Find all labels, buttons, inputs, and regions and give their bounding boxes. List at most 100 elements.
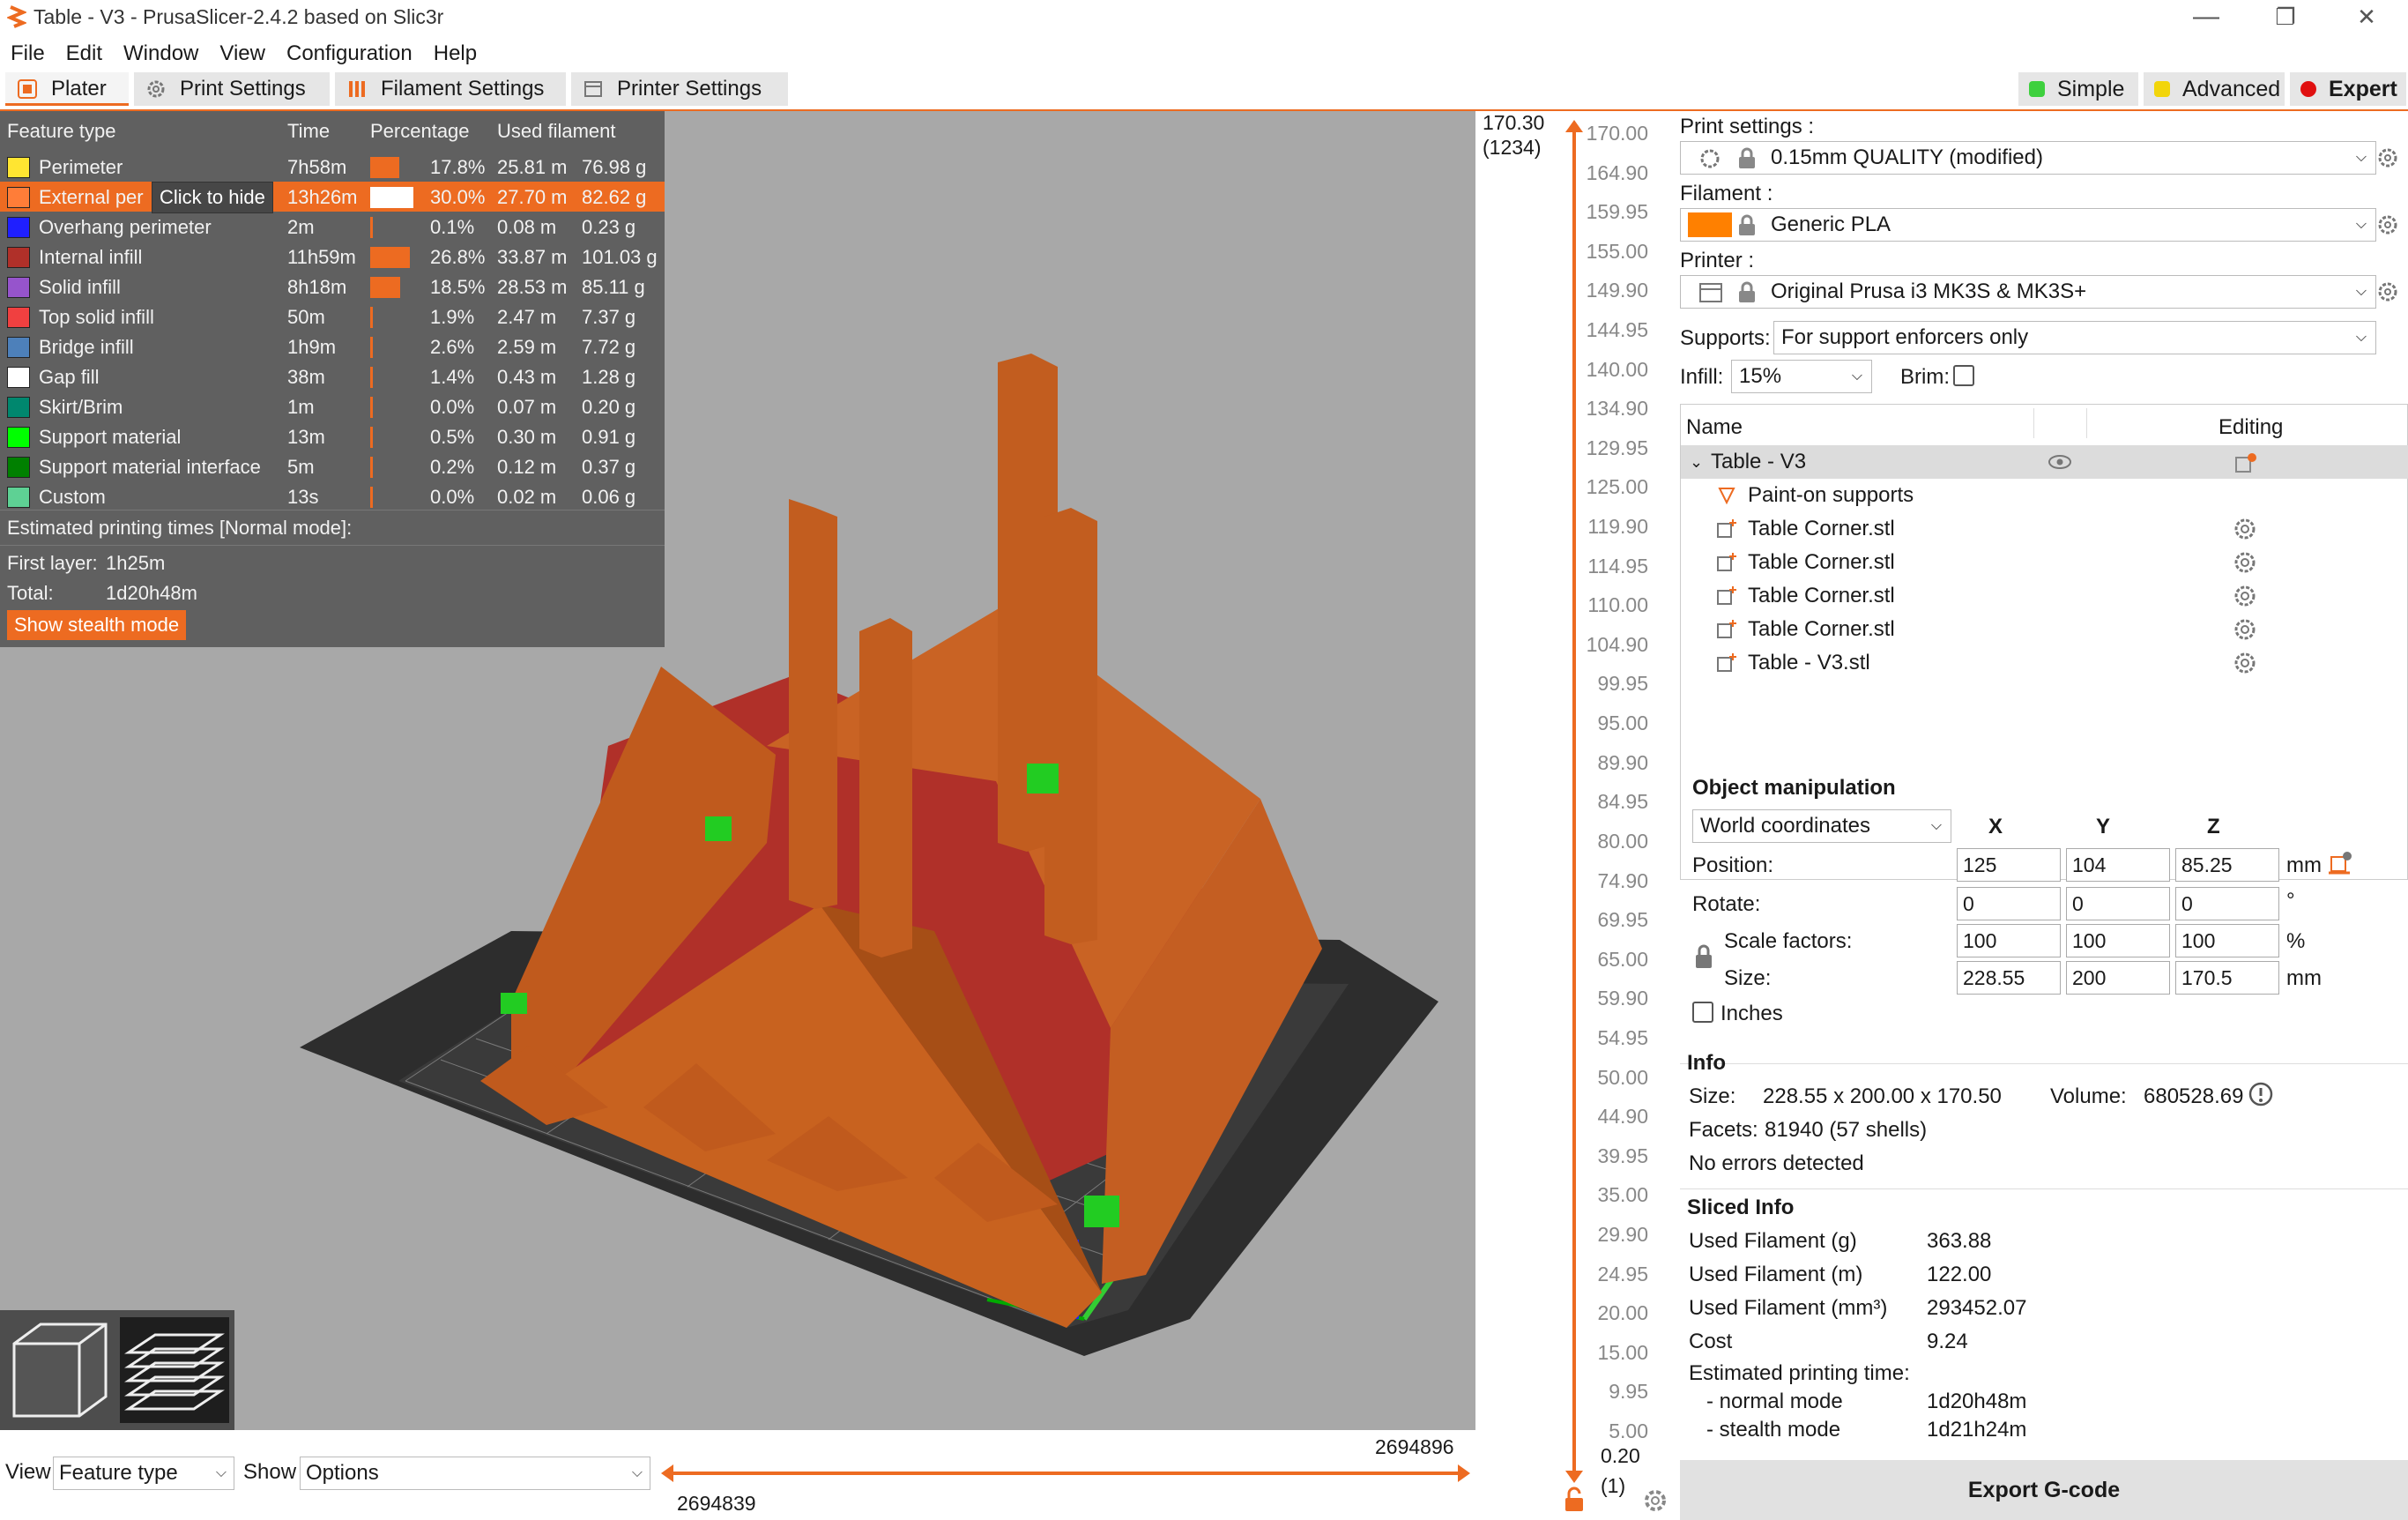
object-item-label: Table Corner.stl [1748,517,1895,540]
visibility-eye-icon[interactable] [2048,454,2072,470]
legend-row[interactable]: Gap fill 38m 1.4% 0.43 m 1.28 g [0,361,665,391]
layer-tick-label: 9.95 [1609,1380,1648,1404]
sliced-info-label: Used Filament (m) [1689,1263,1863,1286]
position-x-input[interactable]: 125 [1957,848,2061,882]
legend-percentage-bar [370,217,373,238]
horizontal-move-slider[interactable] [659,1460,1472,1486]
mode-expert-button[interactable]: Expert [2290,72,2406,106]
lock-icon [1739,281,1755,302]
inches-checkbox[interactable] [1692,1002,1713,1023]
legend-row[interactable]: Overhang perimeter 2m 0.1% 0.08 m 0.23 g [0,212,665,242]
legend-row[interactable]: Custom 13s 0.0% 0.02 m 0.06 g [0,481,665,511]
menu-file[interactable]: File [0,39,56,69]
object-tree-item[interactable]: Paint-on supports [1681,479,2408,512]
hslider-right-value: 2694896 [1375,1435,1454,1458]
show-options-select[interactable]: Options ⌵ [300,1457,650,1490]
legend-row[interactable]: Support material 13m 0.5% 0.30 m 0.91 g [0,421,665,451]
tab-printer-settings[interactable]: Printer Settings [571,72,788,106]
menu-window[interactable]: Window [113,39,209,69]
layer-tick-label: 39.95 [1597,1144,1648,1167]
legend-row[interactable]: Perimeter 7h58m 17.8% 25.81 m 76.98 g [0,152,665,182]
info-warning-icon[interactable] [2248,1081,2274,1107]
legend-time: 50m [287,306,325,328]
menu-help[interactable]: Help [423,39,487,69]
item-settings-gear-icon[interactable] [2233,517,2257,541]
filament-gear-icon[interactable] [2376,213,2399,236]
brim-checkbox[interactable] [1953,365,1974,386]
tab-filament-settings[interactable]: Filament Settings [335,72,566,106]
legend-time: 7h58m [287,156,347,178]
legend-row[interactable]: Internal infill 11h59m 26.8% 33.87 m 101.03 … [0,242,665,272]
lock-icon[interactable] [1562,1486,1587,1513]
first-layer-label: First layer: [7,552,98,574]
cog-icon[interactable] [1643,1488,1668,1513]
legend-row[interactable]: Solid infill 8h18m 18.5% 28.53 m 85.11 g [0,272,665,302]
menu-view[interactable]: View [209,39,276,69]
legend-row[interactable]: Skirt/Brim 1m 0.0% 0.07 m 0.20 g [0,391,665,421]
mode-advanced-button[interactable]: Advanced [2144,72,2285,106]
rotate-z-input[interactable]: 0 [2175,887,2279,920]
item-settings-gear-icon[interactable] [2233,617,2257,642]
collapse-chevron-icon[interactable]: ⌄ [1690,445,1703,479]
layers-view-icon[interactable] [120,1317,229,1423]
layer-tick-label: 50.00 [1597,1065,1648,1089]
legend-row[interactable]: External per 13h26m 30.0% 27.70 m 82.62 g [0,182,665,212]
position-y-input[interactable]: 104 [2066,848,2170,882]
menu-edit[interactable]: Edit [56,39,113,69]
object-item-label: Table Corner.stl [1748,584,1895,607]
view-type-select[interactable]: Feature type ⌵ [53,1457,234,1490]
object-tree-item[interactable]: Table Corner.stl [1681,546,2408,579]
printer-select[interactable]: Original Prusa i3 MK3S & MK3S+ ⌵ [1680,275,2376,309]
scale-x-input[interactable]: 100 [1957,924,2061,957]
3d-view-icon[interactable] [7,1317,113,1423]
tab-plater[interactable]: Plater [5,72,129,106]
show-stealth-mode-button[interactable]: Show stealth mode [7,610,187,640]
legend-row[interactable]: Support material interface 5m 0.2% 0.12 m 0.… [0,451,665,481]
object-tree-item[interactable]: Table Corner.stl [1681,512,2408,546]
object-row-root[interactable]: ⌄ Table - V3 [1681,445,2408,479]
edit-object-icon[interactable] [2234,452,2257,473]
scale-z-input[interactable]: 100 [2175,924,2279,957]
legend-feature-name: Support material interface [39,456,261,478]
supports-select[interactable]: For support enforcers only ⌵ [1773,321,2376,354]
layer-tick-label: 59.90 [1597,987,1648,1010]
item-settings-gear-icon[interactable] [2233,651,2257,675]
item-settings-gear-icon[interactable] [2233,550,2257,575]
print-settings-select[interactable]: 0.15mm QUALITY (modified) ⌵ [1680,141,2376,175]
sliced-info-value: 9.24 [1927,1330,1968,1353]
legend-used-m: 0.02 m [497,486,557,508]
object-tree-item[interactable]: Table Corner.stl [1681,613,2408,646]
3d-preview-canvas[interactable]: Feature type Time Percentage Used filame… [0,111,1475,1430]
rotate-x-input[interactable]: 0 [1957,887,2061,920]
layer-tick-label: 114.95 [1587,554,1648,577]
size-y-input[interactable]: 200 [2066,961,2170,995]
drop-to-bed-icon[interactable] [2329,850,2353,875]
scale-y-input[interactable]: 100 [2066,924,2170,957]
print-settings-gear-icon[interactable] [2376,146,2399,169]
legend-row[interactable]: Bridge infill 1h9m 2.6% 2.59 m 7.72 g [0,332,665,361]
layer-tick-label: 80.00 [1597,829,1648,853]
size-x-input[interactable]: 228.55 [1957,961,2061,995]
position-z-input[interactable]: 85.25 [2175,848,2279,882]
rotate-y-input[interactable]: 0 [2066,887,2170,920]
menu-configuration[interactable]: Configuration [276,39,423,69]
close-button[interactable]: ✕ [2327,0,2406,35]
maximize-button[interactable]: ❐ [2246,0,2325,35]
tab-print-settings[interactable]: Print Settings [134,72,330,106]
infill-select[interactable]: 15% ⌵ [1731,360,1872,393]
size-z-input[interactable]: 170.5 [2175,961,2279,995]
minimize-button[interactable]: — [2166,0,2246,35]
export-gcode-button[interactable]: Export G-code [1680,1460,2408,1520]
layer-slider[interactable]: 170.30 (1234) 170.00 164.90 159.95 155.00 14… [1477,111,1680,1520]
legend-row[interactable]: Top solid infill 50m 1.9% 2.47 m 7.37 g [0,302,665,332]
coordinates-select[interactable]: World coordinates ⌵ [1692,809,1951,843]
filament-select[interactable]: Generic PLA ⌵ [1680,208,2376,242]
object-tree-item[interactable]: Table Corner.stl [1681,579,2408,613]
item-settings-gear-icon[interactable] [2233,584,2257,608]
brim-label: Brim: [1900,365,1950,389]
printer-gear-icon[interactable] [2376,280,2399,303]
layer-tick-label: 99.95 [1597,672,1648,696]
object-tree-item[interactable]: Table - V3.stl [1681,646,2408,680]
mode-simple-button[interactable]: Simple [2018,72,2138,106]
lock-icon[interactable] [1694,943,1713,970]
